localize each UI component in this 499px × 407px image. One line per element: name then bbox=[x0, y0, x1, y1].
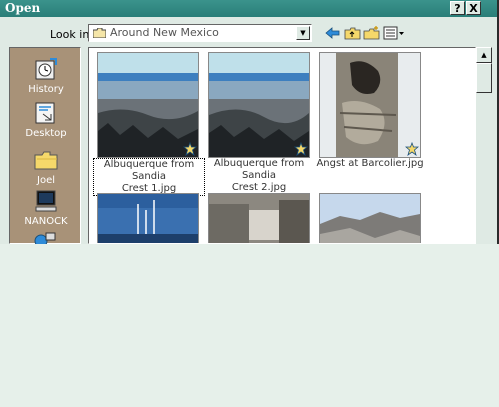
scroll-thumb[interactable] bbox=[476, 63, 492, 93]
file-thumbnail[interactable] bbox=[319, 193, 421, 243]
places-item-joel[interactable]: Joel bbox=[10, 147, 82, 186]
chevron-down-icon[interactable]: ▼ bbox=[296, 26, 310, 40]
places-item-label: Joel bbox=[37, 175, 55, 186]
look-in-dropdown[interactable]: Around New Mexico ▼ bbox=[88, 24, 312, 42]
up-folder-icon[interactable] bbox=[344, 25, 362, 41]
file-name-line-1: Albuquerque from Sandia bbox=[213, 158, 305, 181]
dialog-title: Open bbox=[5, 1, 41, 15]
places-item-desktop[interactable]: Desktop bbox=[10, 100, 82, 139]
back-arrow-icon[interactable] bbox=[324, 25, 342, 41]
file-thumbnail[interactable] bbox=[208, 193, 310, 243]
file-name[interactable]: Albuquerque from Sandia Crest 1.jpg bbox=[93, 158, 205, 196]
image-file-icon bbox=[294, 142, 308, 156]
places-item-label: NANOCK bbox=[24, 216, 68, 227]
places-item-network[interactable] bbox=[10, 231, 82, 244]
places-item-history[interactable]: History bbox=[10, 56, 82, 95]
new-folder-icon[interactable] bbox=[363, 25, 381, 41]
file-list[interactable]: Albuquerque from Sandia Crest 1.jpg Albu… bbox=[88, 47, 476, 244]
look-in-label: Look in: bbox=[50, 28, 93, 41]
file-thumbnail[interactable] bbox=[319, 52, 421, 158]
file-thumbnail[interactable] bbox=[97, 193, 199, 243]
views-menu-icon[interactable] bbox=[383, 25, 405, 41]
image-file-icon bbox=[183, 142, 197, 156]
file-name-line-1: Angst at Barcolier.jpg bbox=[316, 158, 424, 169]
scroll-up-button[interactable]: ▲ bbox=[476, 47, 492, 63]
file-thumbnail[interactable] bbox=[208, 52, 310, 158]
tower-photo bbox=[98, 194, 198, 243]
help-button[interactable]: ? bbox=[450, 1, 465, 15]
file-name-line-1: Albuquerque from Sandia bbox=[103, 159, 195, 182]
title-bar[interactable]: Open ? X bbox=[0, 0, 497, 17]
cliff-photo bbox=[320, 194, 420, 243]
building-photo bbox=[209, 194, 309, 243]
file-thumbnail[interactable] bbox=[97, 52, 199, 158]
close-button[interactable]: X bbox=[466, 1, 481, 15]
desktop-icon bbox=[35, 102, 55, 124]
places-item-label: Desktop bbox=[25, 128, 67, 139]
look-in-value: Around New Mexico bbox=[110, 26, 219, 39]
history-icon bbox=[35, 58, 57, 80]
file-name[interactable]: Albuquerque from Sandia Crest 2.jpg bbox=[204, 158, 314, 194]
places-bar: History Desktop Joel NANOCK bbox=[9, 47, 81, 244]
places-item-label: History bbox=[28, 84, 64, 95]
folder-icon bbox=[34, 151, 58, 170]
vertical-scrollbar[interactable]: ▲ bbox=[476, 47, 492, 244]
computer-icon bbox=[35, 190, 57, 212]
open-dialog: Open ? X Look in: Around New Mexico ▼ Hi… bbox=[0, 0, 499, 244]
folder-icon bbox=[93, 28, 106, 38]
file-name[interactable]: Angst at Barcolier.jpg bbox=[315, 158, 425, 170]
places-item-nanock[interactable]: NANOCK bbox=[10, 188, 82, 227]
image-file-icon bbox=[405, 142, 419, 156]
globe-icon bbox=[34, 232, 56, 244]
